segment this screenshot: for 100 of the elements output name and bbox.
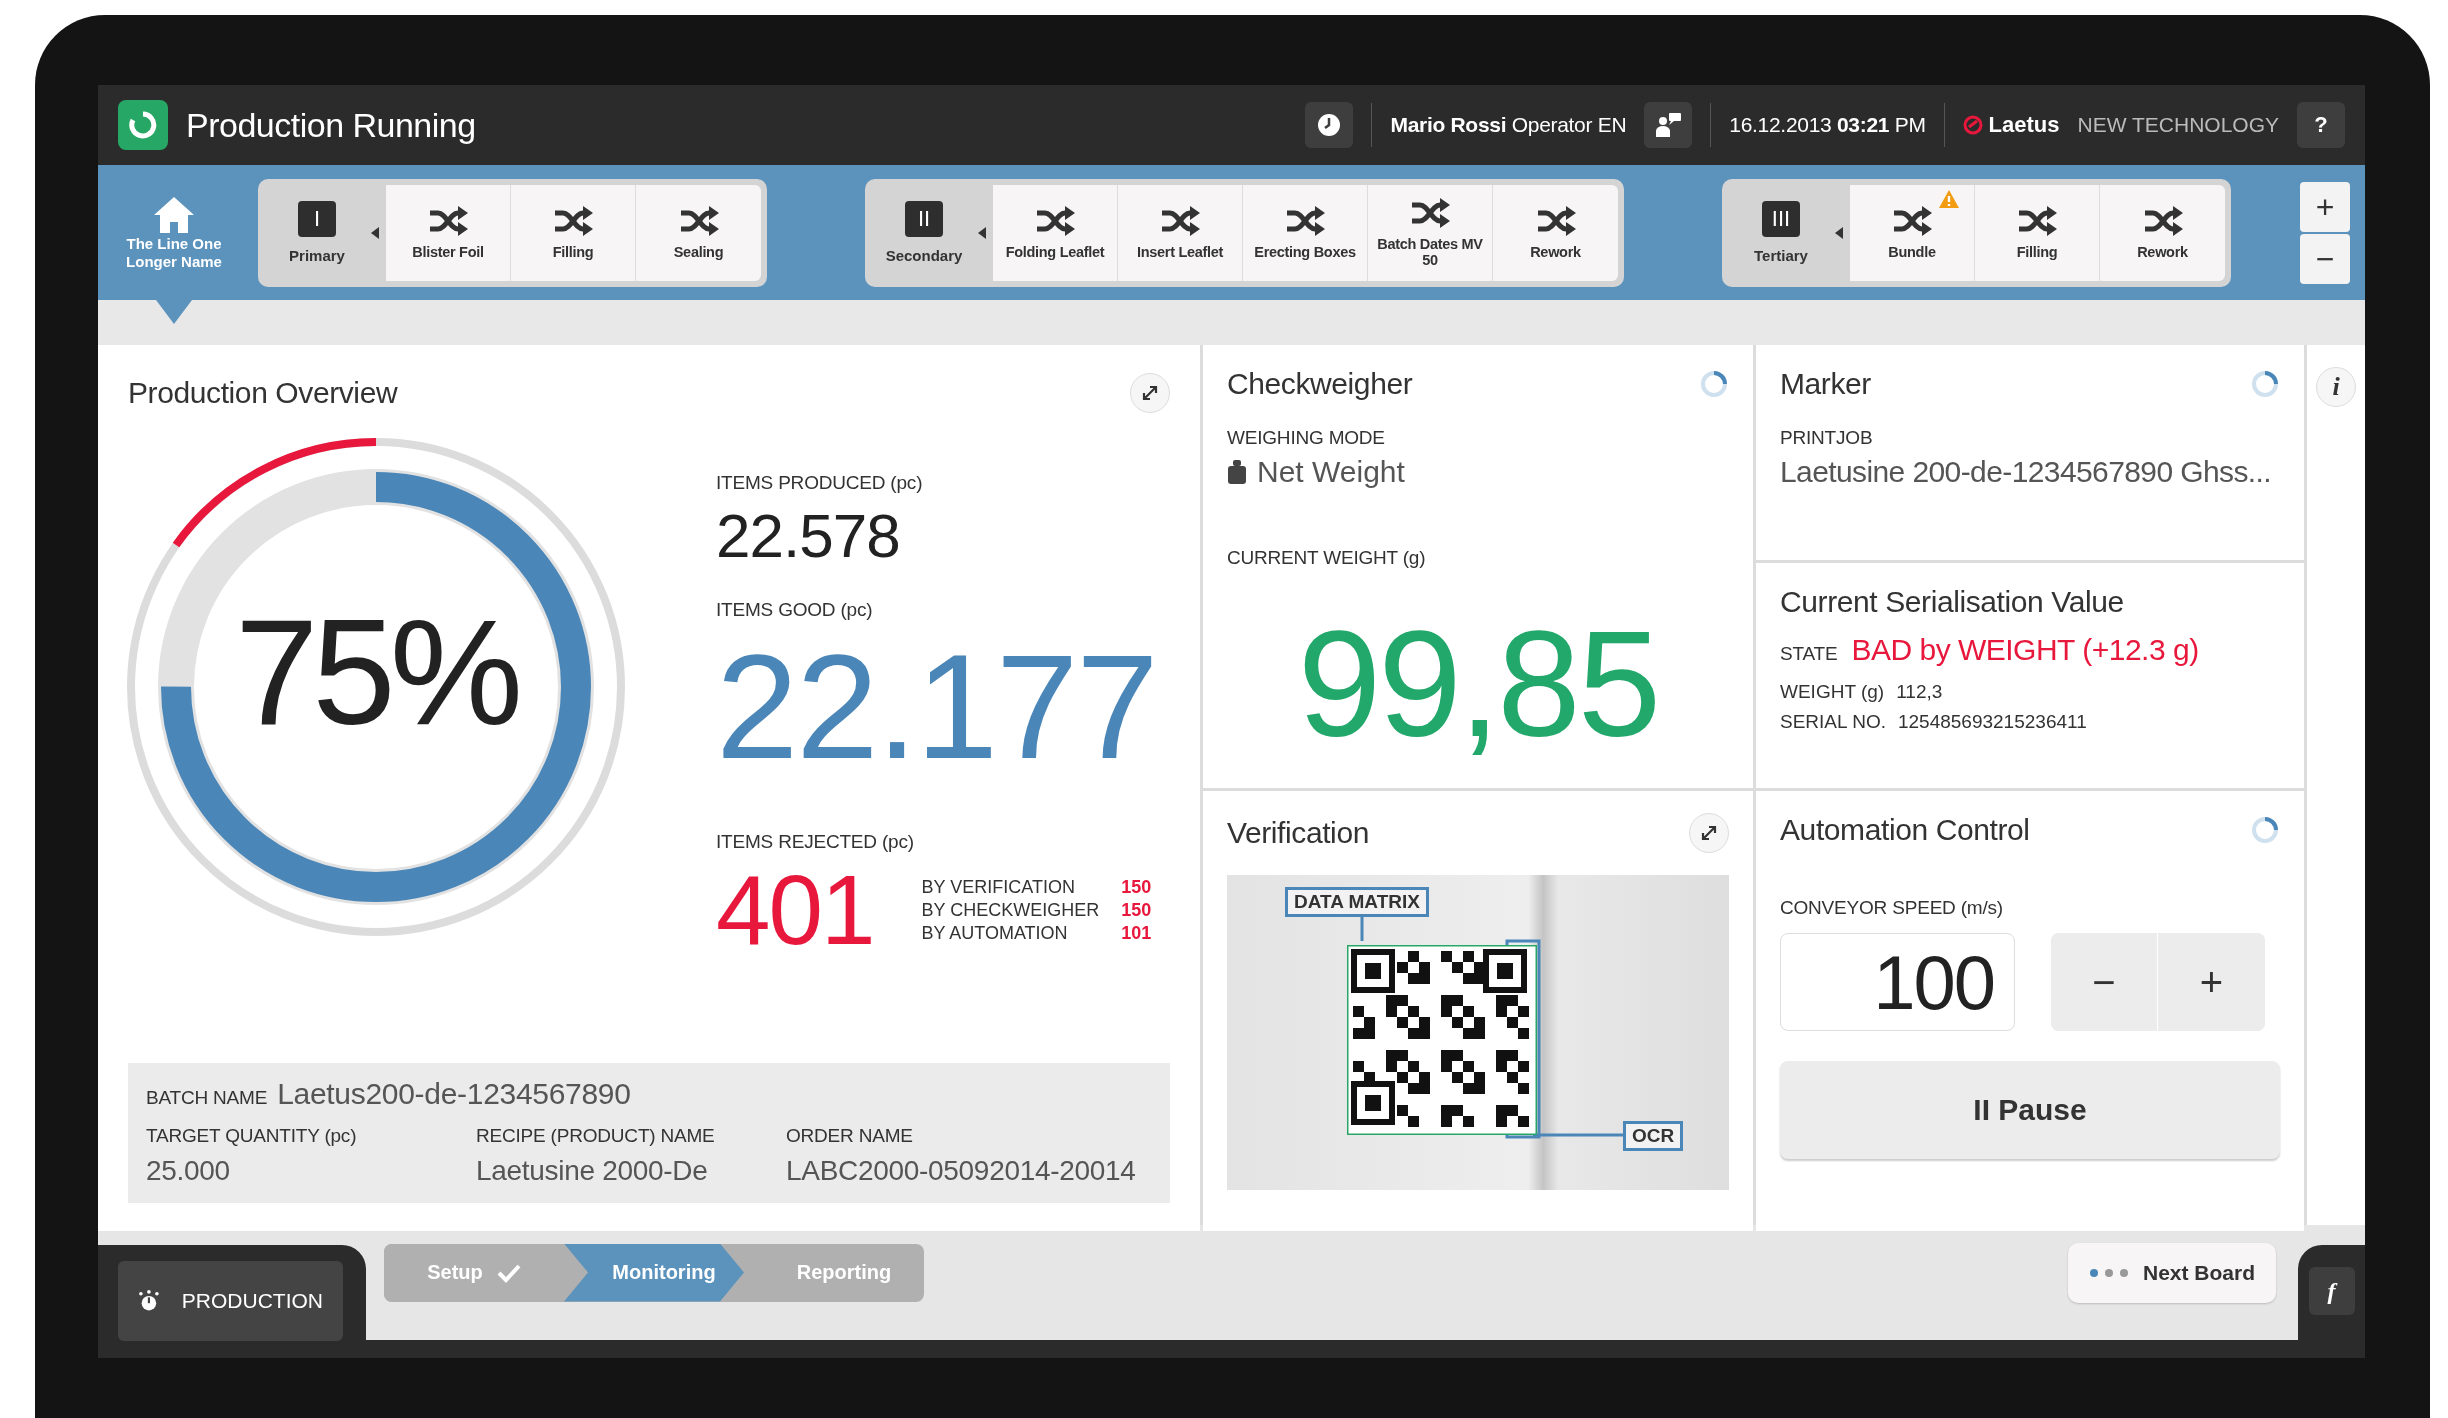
- check-icon: [496, 1262, 521, 1283]
- code-label: DATA MATRIX: [1285, 887, 1429, 917]
- field-label: ITEMS REJECTED (pc): [716, 831, 915, 853]
- decrease-button[interactable]: −: [2051, 933, 2158, 1031]
- batch-name: Laetus200-de-1234567890: [277, 1077, 631, 1111]
- zoom-in-button[interactable]: +: [2300, 181, 2350, 232]
- expand-button[interactable]: [1689, 813, 1729, 853]
- shuffle-icon: [1535, 205, 1576, 236]
- reject-count: 101: [1121, 922, 1152, 944]
- reject-count: 150: [1121, 899, 1152, 921]
- code-label: OCR: [1623, 1121, 1684, 1151]
- shuffle-icon: [1285, 205, 1325, 236]
- field-label: BATCH NAME: [146, 1087, 268, 1109]
- station-button[interactable]: Folding Leaflet: [993, 184, 1118, 281]
- field-value: Laetusine 2000-De: [476, 1155, 709, 1187]
- home-icon: [152, 194, 196, 235]
- next-board-button[interactable]: Next Board: [2068, 1242, 2276, 1303]
- station-button[interactable]: Insert Leaflet: [1118, 184, 1243, 281]
- field-label: SERIAL NO.: [1780, 711, 1886, 733]
- field-value: 125485693215236411: [1897, 711, 2087, 733]
- shuffle-icon: [2142, 205, 2183, 236]
- station-button[interactable]: Blister Foil: [386, 184, 511, 281]
- field-label: CURRENT WEIGHT (g): [1227, 547, 1427, 569]
- shuffle-icon: [678, 205, 719, 236]
- printjob-value: Laetusine 200-de-1234567890 Ghss...: [1780, 455, 2273, 489]
- brand-tagline: NEW TECHNOLOGY: [2077, 113, 2279, 137]
- level-button[interactable]: III Tertiary: [1728, 184, 1834, 281]
- station-button[interactable]: Rework: [2100, 184, 2225, 281]
- panel-title: Checkweigher: [1227, 367, 1413, 401]
- speed-input[interactable]: 100: [1780, 933, 2015, 1031]
- weight-icon: [1227, 459, 1247, 485]
- window-title: Production Running: [186, 105, 476, 145]
- field-label: STATE: [1780, 643, 1838, 665]
- caret-icon: [370, 225, 380, 240]
- station-button[interactable]: Batch Dates MV 50: [1368, 184, 1493, 281]
- loading-spinner-icon: [2250, 369, 2280, 399]
- field-label: PRINTJOB: [1780, 427, 1874, 449]
- reject-count: 150: [1121, 876, 1152, 898]
- station-button[interactable]: Bundle: [1850, 184, 1975, 281]
- panel-title: Verification: [1227, 816, 1369, 850]
- field-label: ORDER NAME: [786, 1125, 914, 1147]
- production-mode-button[interactable]: PRODUCTION: [118, 1261, 343, 1341]
- current-weight-value: 99,85: [1296, 609, 1660, 759]
- station-button[interactable]: Erecting Boxes: [1243, 184, 1368, 281]
- shuffle-icon: [2017, 205, 2057, 236]
- clock-button[interactable]: [1305, 102, 1354, 148]
- field-label: TARGET QUANTITY (pc): [146, 1125, 358, 1147]
- loading-spinner-icon: [2250, 815, 2280, 845]
- station-button[interactable]: Rework: [1493, 184, 1618, 281]
- reject-reason: BY AUTOMATION: [921, 922, 1069, 944]
- shuffle-icon: [1410, 197, 1450, 228]
- field-label: WEIGHING MODE: [1227, 427, 1386, 449]
- panel-title: Current Serialisation Value: [1780, 585, 2125, 619]
- user-message-icon: [1654, 112, 1683, 138]
- level-button[interactable]: II Secondary: [871, 184, 977, 281]
- reject-reason: BY CHECKWEIGHER: [921, 899, 1100, 921]
- shuffle-icon: [428, 205, 468, 236]
- state-value: BAD by WEIGHT (+12.3 g): [1851, 633, 2199, 667]
- pause-button[interactable]: II Pause: [1780, 1061, 2280, 1159]
- panel-title: Automation Control: [1780, 813, 2030, 847]
- shuffle-icon: [553, 205, 593, 236]
- field-label: WEIGHT (g): [1780, 681, 1885, 703]
- clock-icon: [1317, 113, 1342, 137]
- field-label: ITEMS PRODUCED (pc): [716, 472, 924, 494]
- caret-icon: [1834, 225, 1844, 240]
- user-chat-button[interactable]: [1644, 102, 1693, 148]
- caret-icon: [977, 225, 987, 240]
- date-time: 16.12.2013 03:21 PM: [1729, 113, 1926, 137]
- items-rejected-value: 401: [716, 861, 874, 959]
- function-button[interactable]: f: [2308, 1267, 2355, 1315]
- zoom-out-button[interactable]: −: [2300, 233, 2350, 284]
- field-label: RECIPE (PRODUCT) NAME: [476, 1125, 716, 1147]
- station-button[interactable]: Sealing: [636, 184, 761, 281]
- app-logo-icon: [118, 100, 168, 150]
- percent-value: 75%: [233, 597, 519, 747]
- loading-spinner-icon: [1699, 369, 1729, 399]
- panel-title: Marker: [1780, 367, 1871, 401]
- expand-icon: [1699, 823, 1719, 843]
- expand-icon: [1140, 383, 1160, 403]
- field-value: 112,3: [1896, 681, 1943, 703]
- station-button[interactable]: Filling: [1975, 184, 2100, 281]
- shuffle-icon: [1035, 205, 1075, 236]
- station-button[interactable]: Filling: [511, 184, 636, 281]
- help-button[interactable]: ?: [2297, 102, 2345, 148]
- field-label: ITEMS GOOD (pc): [716, 599, 874, 621]
- expand-button[interactable]: [1130, 373, 1170, 413]
- field-value: 25.000: [146, 1155, 231, 1187]
- user-name: Mario Rossi Operator EN: [1390, 113, 1627, 137]
- weighing-mode: Net Weight: [1257, 455, 1405, 489]
- info-button[interactable]: i: [2316, 367, 2356, 407]
- panel-title: Production Overview: [128, 376, 398, 410]
- items-good-value: 22.177: [716, 633, 1157, 781]
- brand-logo-icon: [1962, 115, 1983, 135]
- items-produced-value: 22.578: [716, 500, 901, 571]
- field-value: LABC2000-05092014-20014: [786, 1155, 1137, 1187]
- page-dots-icon: [2089, 1267, 2129, 1278]
- level-button[interactable]: I Primary: [264, 184, 370, 281]
- shuffle-icon: [1892, 205, 1932, 236]
- brand-name: Laetus: [1988, 112, 2060, 138]
- reject-reason: BY VERIFICATION: [921, 876, 1076, 898]
